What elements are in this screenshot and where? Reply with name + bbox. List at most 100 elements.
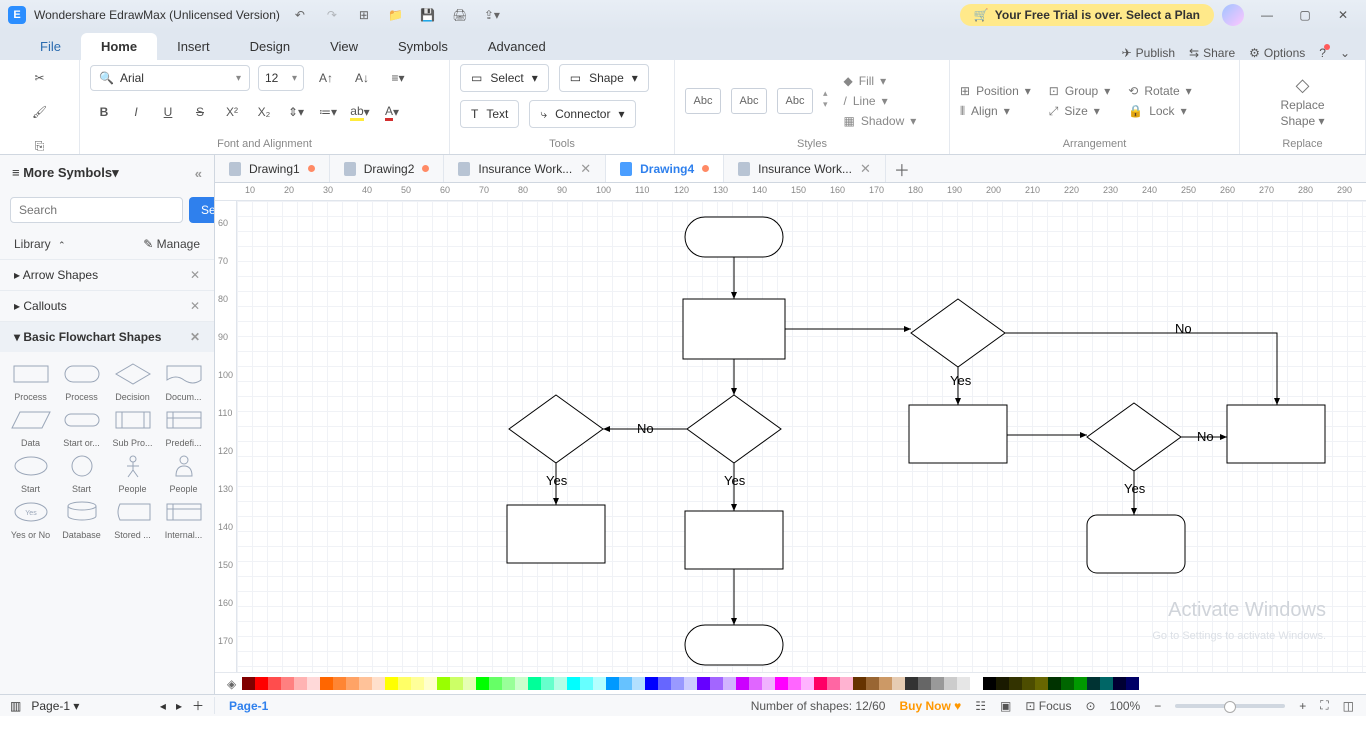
print-button[interactable]: 🖨 [448, 3, 472, 27]
category-basic-flowchart[interactable]: ▾ Basic Flowchart Shapes✕ [0, 321, 214, 352]
align-button[interactable]: ⫴ Align▾ [960, 104, 1031, 119]
color-swatch[interactable] [736, 677, 749, 690]
color-swatch[interactable] [866, 677, 879, 690]
color-swatch[interactable] [294, 677, 307, 690]
color-swatch[interactable] [918, 677, 931, 690]
close-button[interactable]: ✕ [1328, 0, 1358, 30]
shape-item[interactable]: Data [6, 406, 55, 448]
shape-item[interactable]: Database [57, 498, 106, 540]
color-swatch[interactable] [775, 677, 788, 690]
close-icon[interactable]: ✕ [190, 330, 200, 344]
canvas[interactable]: 60708090100110120130140150160170 No Yes … [215, 201, 1366, 672]
page-tab[interactable]: Page-1 [215, 699, 282, 713]
color-swatch[interactable] [463, 677, 476, 690]
document-tab[interactable]: Drawing4 [606, 155, 724, 182]
buy-now-button[interactable]: Buy Now ♥ [899, 699, 961, 713]
color-swatch[interactable] [684, 677, 697, 690]
prev-page-button[interactable]: ◂ [160, 699, 166, 713]
format-painter-button[interactable]: 🖌 [26, 98, 54, 126]
strikethrough-button[interactable]: S [186, 98, 214, 126]
line-spacing-button[interactable]: ⇕▾ [282, 98, 310, 126]
color-swatch[interactable] [710, 677, 723, 690]
color-swatch[interactable] [1061, 677, 1074, 690]
shape-item[interactable]: Internal... [159, 498, 208, 540]
color-swatch[interactable] [853, 677, 866, 690]
color-swatch[interactable] [398, 677, 411, 690]
color-swatch[interactable] [1035, 677, 1048, 690]
open-button[interactable]: 📁 [384, 3, 408, 27]
manage-button[interactable]: ✎ Manage [143, 237, 200, 251]
shape-item[interactable]: Sub Pro... [108, 406, 157, 448]
options-button[interactable]: ⚙ Options [1249, 46, 1305, 60]
color-swatch[interactable] [593, 677, 606, 690]
shadow-button[interactable]: ▦ Shadow▾ [844, 114, 917, 128]
color-swatch[interactable] [1126, 677, 1139, 690]
help-button[interactable]: ? [1319, 46, 1326, 60]
italic-button[interactable]: I [122, 98, 150, 126]
color-swatch[interactable] [671, 677, 684, 690]
minimize-button[interactable]: — [1252, 0, 1282, 30]
share-button[interactable]: ⇆ Share [1189, 46, 1235, 60]
document-tab[interactable]: Drawing2 [330, 155, 445, 182]
color-swatch[interactable] [450, 677, 463, 690]
color-swatch[interactable] [255, 677, 268, 690]
color-swatch[interactable] [580, 677, 593, 690]
undo-button[interactable]: ↶ [288, 3, 312, 27]
color-swatch[interactable] [801, 677, 814, 690]
library-toggle[interactable]: Library ⌃ [14, 237, 66, 251]
color-swatch[interactable] [1048, 677, 1061, 690]
export-button[interactable]: ⇪▾ [480, 3, 504, 27]
publish-button[interactable]: ✈ Publish [1122, 46, 1175, 60]
color-swatch[interactable] [606, 677, 619, 690]
shape-item[interactable]: Docum... [159, 360, 208, 402]
collapse-ribbon-button[interactable]: ⌄ [1340, 46, 1350, 60]
bullets-button[interactable]: ≔▾ [314, 98, 342, 126]
fill-button[interactable]: ◆ Fill▾ [844, 74, 917, 88]
color-swatch[interactable] [320, 677, 333, 690]
color-swatch[interactable] [996, 677, 1009, 690]
color-swatch[interactable] [619, 677, 632, 690]
color-swatch[interactable] [476, 677, 489, 690]
menu-tab-advanced[interactable]: Advanced [468, 33, 566, 60]
color-swatch[interactable] [827, 677, 840, 690]
symbol-search-button[interactable]: Search [189, 197, 215, 223]
style-preset-3[interactable]: Abc [777, 88, 813, 114]
user-avatar[interactable] [1222, 4, 1244, 26]
close-icon[interactable]: ✕ [190, 268, 200, 282]
line-button[interactable]: / Line▾ [844, 94, 917, 108]
style-gallery[interactable]: Abc Abc Abc ▴▾ [685, 88, 828, 114]
color-swatch[interactable] [762, 677, 775, 690]
menu-tab-design[interactable]: Design [230, 33, 310, 60]
color-swatch[interactable] [840, 677, 853, 690]
color-swatch[interactable] [1100, 677, 1113, 690]
color-swatch[interactable] [944, 677, 957, 690]
fit-page-button[interactable]: ⛶ [1320, 698, 1328, 713]
color-swatch[interactable] [489, 677, 502, 690]
color-swatch[interactable] [970, 677, 983, 690]
increase-font-button[interactable]: A↑ [312, 64, 340, 92]
shape-item[interactable]: Predefi... [159, 406, 208, 448]
shape-tool[interactable]: ▭ Shape ▾ [559, 64, 649, 92]
underline-button[interactable]: U [154, 98, 182, 126]
close-icon[interactable]: ✕ [190, 299, 200, 313]
color-swatch[interactable] [346, 677, 359, 690]
color-swatch[interactable] [437, 677, 450, 690]
add-page-button[interactable]: ＋ [192, 697, 204, 714]
color-swatch[interactable] [632, 677, 645, 690]
shape-item[interactable]: People [159, 452, 208, 494]
shape-item[interactable]: Process [57, 360, 106, 402]
menu-tab-view[interactable]: View [310, 33, 378, 60]
document-tab[interactable]: Insurance Work...✕ [724, 155, 886, 182]
color-swatch[interactable] [541, 677, 554, 690]
next-page-button[interactable]: ▸ [176, 699, 182, 713]
color-swatch[interactable] [983, 677, 996, 690]
select-tool[interactable]: ▭ Select ▾ [460, 64, 549, 92]
color-swatch[interactable] [814, 677, 827, 690]
zoom-slider[interactable] [1175, 704, 1285, 708]
color-swatch[interactable] [1022, 677, 1035, 690]
focus-button[interactable]: ⊡ Focus [1025, 699, 1071, 713]
redo-button[interactable]: ↷ [320, 3, 344, 27]
presentation-icon[interactable]: ▣ [1000, 699, 1011, 713]
color-swatch[interactable] [411, 677, 424, 690]
document-tab[interactable]: Drawing1 [215, 155, 330, 182]
